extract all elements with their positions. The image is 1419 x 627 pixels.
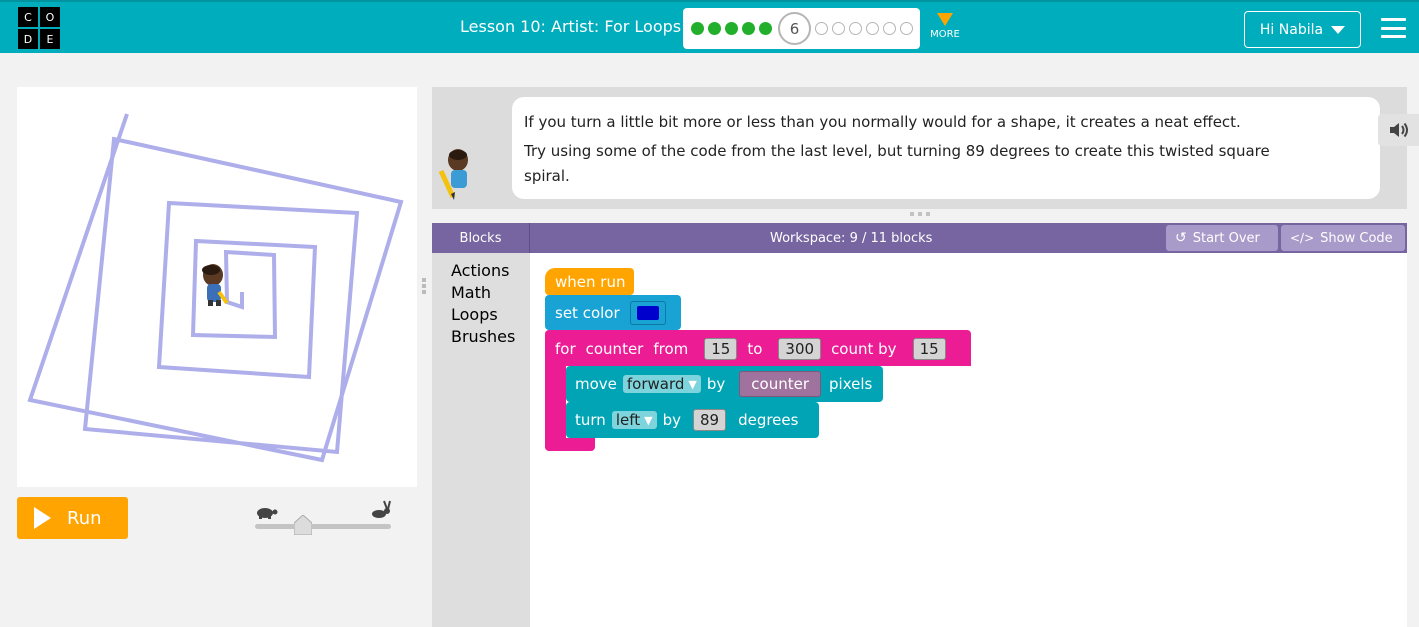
run-label: Run [67,507,102,529]
set-color-label: set color [555,303,620,322]
start-over-label: Start Over [1192,230,1260,246]
slider-track[interactable] [255,524,391,529]
set-color-block[interactable]: set color [545,295,681,330]
for-label: for [555,339,576,358]
level-progress: 6 [683,8,920,49]
toolbox-category-loops[interactable]: Loops [451,305,498,324]
workspace-header: Blocks Workspace: 9 / 11 blocks ↺ Start … [432,223,1407,253]
slider-thumb[interactable] [294,515,312,535]
more-levels-button[interactable]: MORE [928,13,962,40]
panel-resize-handle[interactable] [910,212,930,218]
counter-variable-block[interactable]: counter [739,371,822,397]
start-over-button[interactable]: ↺ Start Over [1166,225,1278,251]
run-button[interactable]: Run [17,497,128,539]
loop-variable[interactable]: counter [586,340,644,358]
audio-controls [1378,114,1419,146]
level-dot-upcoming[interactable] [883,22,896,35]
show-code-button[interactable]: </> Show Code [1281,225,1405,251]
toolbox-category-brushes[interactable]: Brushes [451,327,515,346]
from-value-input[interactable]: 15 [704,337,738,360]
move-direction-value: forward [626,375,685,393]
turtle-icon [257,508,278,519]
triangle-down-icon [937,13,953,26]
move-label: move [575,375,617,393]
instruction-text: Try using some of the code from the last… [524,142,1270,185]
move-direction-dropdown[interactable]: forward ▼ [622,375,701,393]
dropdown-arrow-icon: ▼ [644,413,653,427]
count-by-label: count by [831,339,897,358]
for-loop-block-side[interactable] [545,366,566,448]
level-dot-upcoming[interactable] [832,22,845,35]
workspace-block-count: Workspace: 9 / 11 blocks [770,231,933,246]
rabbit-icon [372,500,391,518]
for-loop-header: for counter from 15 to 300 count by 15 [545,335,950,362]
toolbox-resize-handle[interactable] [422,278,426,294]
level-dot-completed[interactable] [708,22,721,35]
level-dot-upcoming[interactable] [900,22,913,35]
turn-label: turn [575,411,606,429]
turn-direction-dropdown[interactable]: left ▼ [611,411,657,429]
play-icon [34,507,51,529]
move-block[interactable]: move forward ▼ by counter pixels [566,366,883,402]
artist-canvas [17,87,417,487]
instructions-panel: If you turn a little bit more or less th… [432,87,1419,209]
when-run-block[interactable]: when run [545,268,634,295]
logo-letter: C [18,7,38,27]
logo-letter: E [40,29,60,49]
more-label: MORE [930,29,960,40]
user-menu-button[interactable]: Hi Nabila [1244,11,1361,48]
artist-character-icon [202,264,229,306]
block-toolbox: Actions Math Loops Brushes [432,253,530,627]
hamburger-menu-icon[interactable] [1381,18,1406,38]
speaker-icon[interactable] [1388,121,1410,139]
level-dot-completed[interactable] [759,22,772,35]
to-label: to [747,339,763,358]
logo-letter: O [40,7,60,27]
spiral-drawing [27,113,404,463]
user-greeting: Hi Nabila [1259,21,1324,38]
current-level-indicator[interactable]: 6 [778,12,811,45]
show-code-label: Show Code [1320,230,1393,246]
artist-avatar-icon [438,149,468,200]
level-dot-upcoming[interactable] [815,22,828,35]
to-value-input[interactable]: 300 [778,337,822,360]
level-dot-upcoming[interactable] [866,22,879,35]
top-header: C O D E Lesson 10: Artist: For Loops 6 M… [0,0,1419,53]
blocks-tab-label: Blocks [432,223,530,253]
turn-block[interactable]: turn left ▼ by 89 degrees [566,402,819,438]
toolbox-category-math[interactable]: Math [451,283,491,302]
instruction-bubble: If you turn a little bit more or less th… [512,97,1419,199]
for-loop-block-bottom[interactable] [545,438,595,451]
code-icon: </> [1290,231,1315,245]
toolbox-category-actions[interactable]: Actions [451,261,509,280]
when-run-label: when run [555,272,626,291]
turn-direction-value: left [615,411,641,429]
level-dot-completed[interactable] [691,22,704,35]
color-picker[interactable] [629,300,666,325]
from-label: from [653,339,689,358]
by-label: by [706,375,726,393]
color-swatch [636,305,659,320]
instruction-text: If you turn a little bit more or less th… [524,113,1241,131]
count-by-value-input[interactable]: 15 [912,337,946,360]
level-dot-completed[interactable] [742,22,755,35]
lesson-title[interactable]: Lesson 10: Artist: For Loops [460,17,681,36]
level-dot-upcoming[interactable] [849,22,862,35]
turn-by-label: by [662,411,681,429]
pixels-label: pixels [829,375,873,393]
level-dot-completed[interactable] [725,22,738,35]
speed-slider[interactable] [254,500,392,540]
turn-degrees-input[interactable]: 89 [692,409,727,431]
degrees-label: degrees [738,411,799,429]
code-org-logo[interactable]: C O D E [18,7,60,49]
block-workspace[interactable]: when run set color for counter from 15 t… [530,253,1407,627]
caret-down-icon [1331,25,1346,34]
dropdown-arrow-icon: ▼ [688,377,697,391]
logo-letter: D [18,29,38,49]
undo-icon: ↺ [1175,230,1187,246]
